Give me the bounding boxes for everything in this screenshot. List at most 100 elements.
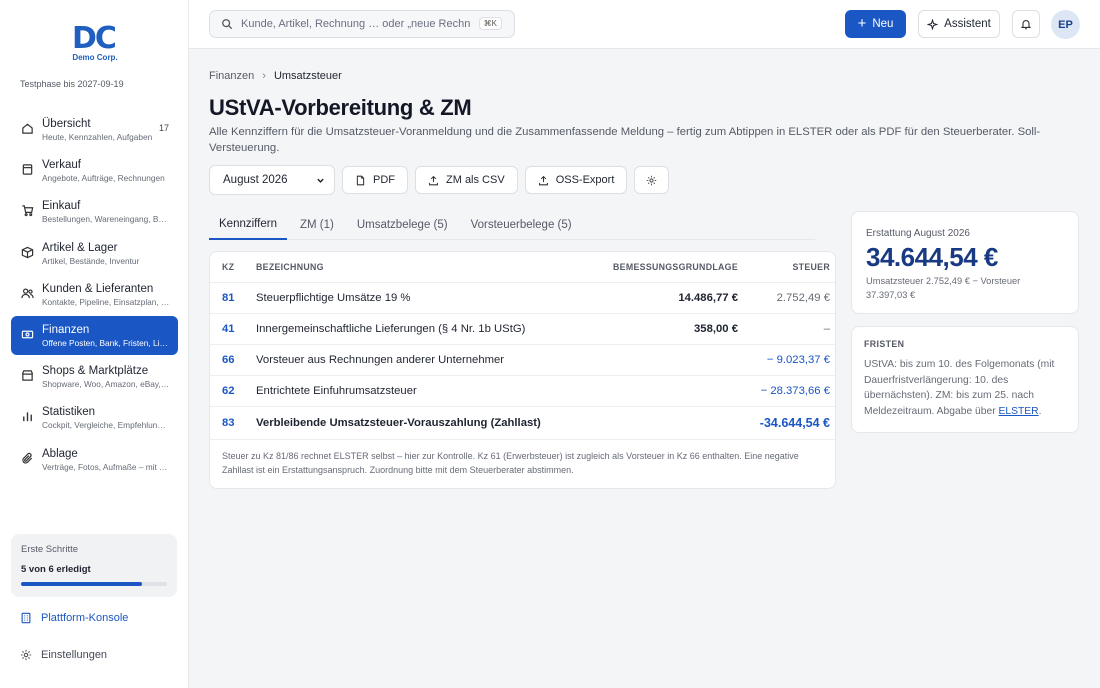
sidebar-item-statistiken[interactable]: Statistiken Cockpit, Vergleiche, Empfehl… (11, 398, 178, 437)
oss-export-button[interactable]: OSS-Export (524, 166, 628, 194)
onboarding-progress-bar (21, 582, 167, 586)
breadcrumb: Finanzen › Umsatzsteuer (209, 70, 342, 82)
sidebar-item-verkauf[interactable]: Verkauf Angebote, Aufträge, Rechnungen (11, 151, 178, 190)
refund-label: Erstattung August 2026 (866, 228, 970, 239)
deadlines-end: . (1038, 405, 1042, 417)
assistant-button-label: Assistent (944, 18, 991, 30)
sidebar-item-shops[interactable]: Shops & Marktplätze Shopware, Woo, Amazo… (11, 357, 178, 396)
topbar: ⌘K + Neu Assistent EP (189, 0, 1100, 49)
breadcrumb-current: Umsatzsteuer (273, 70, 342, 82)
sidebar-item-einkauf[interactable]: Einkauf Bestellungen, Wareneingang, Bele… (11, 192, 178, 231)
sun-icon (647, 175, 657, 185)
notifications-button[interactable] (1012, 10, 1040, 38)
tab-zm[interactable]: ZM (1) (290, 210, 344, 240)
platform-console-label: Plattform-Konsole (41, 612, 129, 624)
kz-link[interactable]: 66 (222, 345, 235, 376)
table-row[interactable]: 41 Innergemeinschaftliche Lieferungen (§… (210, 314, 835, 345)
column-header-kz: KZ (222, 262, 235, 272)
tab-vorsteuerbelege[interactable]: Vorsteuerbelege (5) (461, 210, 582, 240)
building-icon (21, 612, 31, 624)
settings-link[interactable]: Einstellungen (20, 649, 107, 661)
onboarding-card[interactable]: Erste Schritte 5 von 6 erledigt (11, 534, 177, 597)
row-steuer: -34.644,54 € (759, 416, 830, 430)
sidebar-item-label: Shops & Marktplätze (42, 365, 149, 378)
chart-icon (23, 412, 32, 422)
plus-icon: + (857, 15, 867, 32)
sidebar-item-finanzen[interactable]: Finanzen Offene Posten, Bank, Fristen, L… (11, 315, 178, 355)
logo-letters: DC (72, 21, 117, 56)
sidebar-item-label: Übersicht (42, 118, 91, 130)
onboarding-progress-fill (21, 582, 143, 586)
row-bezeichnung: Vorsteuer aus Rechnungen anderer Unterne… (256, 354, 505, 366)
sidebar-item-kunden-lieferanten[interactable]: Kunden & Lieferanten Kontakte, Pipeline,… (11, 275, 178, 314)
tab-kennziffern[interactable]: Kennziffern (209, 210, 287, 240)
assistant-button[interactable]: Assistent (918, 10, 1000, 38)
sidebar-item-sub: Bestellungen, Wareneingang, Belege (42, 214, 170, 225)
document-icon (356, 175, 365, 185)
sidebar-item-label: Ablage (42, 447, 78, 460)
row-steuer: 2.752,49 € (776, 292, 830, 304)
tab-umsatzbelege[interactable]: Umsatzbelege (5) (347, 210, 458, 240)
table-row[interactable]: 66 Vorsteuer aus Rechnungen anderer Unte… (210, 345, 835, 376)
table-row[interactable]: 81 Steuerpflichtige Umsätze 19 % 14.486,… (210, 283, 835, 314)
refund-detail: Umsatzsteuer 2.752,49 € − Vorsteuer 37.3… (866, 276, 1021, 300)
column-header-steuer: STEUER (792, 262, 830, 272)
page-description: Alle Kennziffern für die Umsatzsteuer-Vo… (209, 126, 1041, 154)
sidebar-item-sub: Cockpit, Vergleiche, Empfehlungen (42, 420, 170, 431)
table-header-row: KZ BEZEICHNUNG BEMESSUNGSGRUNDLAGE STEUE… (210, 252, 835, 283)
sidebar-item-label: Statistiken (42, 406, 96, 419)
box-icon (21, 246, 34, 258)
sidebar-nav: Übersicht Heute, Kennzahlen, Aufgaben 17… (11, 110, 178, 481)
chevron-down-icon (317, 178, 324, 183)
sidebar-item-uebersicht[interactable]: Übersicht Heute, Kennzahlen, Aufgaben 17 (11, 110, 178, 149)
sidebar-item-sub: Shopware, Woo, Amazon, eBay, Etsy (42, 379, 170, 390)
table-row[interactable]: 62 Entrichtete Einfuhrumsatzsteuer − 28.… (210, 376, 835, 407)
new-button[interactable]: + Neu (845, 10, 906, 38)
trial-notice: Testphase bis 2027-09-19 (20, 79, 124, 89)
bell-icon (1020, 20, 1032, 30)
row-bemessung: 14.486,77 € (678, 292, 738, 304)
logo-company-name: Demo Corp. (72, 53, 118, 62)
sidebar-item-ablage[interactable]: Ablage Verträge, Fotos, Aufmaße – mit Ta… (11, 440, 178, 479)
sidebar-item-artikel-lager[interactable]: Artikel & Lager Artikel, Bestände, Inven… (11, 234, 178, 273)
search-icon (222, 19, 233, 30)
sidebar-item-sub: Kontakte, Pipeline, Einsatzplan, Liefera… (42, 296, 170, 307)
kz-link[interactable]: 41 (222, 314, 235, 345)
pdf-button[interactable]: PDF (342, 166, 408, 194)
kz-link[interactable]: 62 (222, 376, 235, 407)
chevron-right-icon: › (262, 70, 266, 82)
sidebar-item-sub: Artikel, Bestände, Inventur (42, 255, 140, 266)
paperclip-icon (22, 452, 33, 464)
breadcrumb-parent[interactable]: Finanzen (209, 70, 254, 82)
main-content: ⌘K + Neu Assistent EP Finanzen › Umsatzs… (189, 0, 1100, 688)
settings-button[interactable] (634, 166, 670, 194)
refund-card: Erstattung August 2026 34.644,54 € Umsat… (851, 211, 1079, 314)
deadlines-heading: FRISTEN (864, 339, 905, 349)
zm-csv-button[interactable]: ZM als CSV (415, 166, 518, 194)
brand-logo[interactable]: DC Demo Corp. (70, 24, 122, 66)
kz-link[interactable]: 83 (222, 407, 235, 440)
row-bemessung: 358,00 € (694, 323, 738, 335)
tab-bar: Kennziffern ZM (1) Umsatzbelege (5) Vors… (209, 210, 815, 240)
row-steuer: – (823, 323, 830, 335)
search-input[interactable] (241, 18, 471, 30)
row-bezeichnung: Verbleibende Umsatzsteuer-Vorauszahlung … (256, 417, 541, 429)
table-row-total[interactable]: 83 Verbleibende Umsatzsteuer-Vorauszahlu… (210, 407, 835, 440)
period-select[interactable]: August 2026 (209, 165, 335, 195)
sidebar: DC Demo Corp. Testphase bis 2027-09-19 Ü… (0, 0, 189, 688)
sidebar-item-sub: Angebote, Aufträge, Rechnungen (42, 173, 165, 184)
row-steuer: − 9.023,37 € (766, 354, 830, 366)
search-shortcut-hint: ⌘K (478, 17, 502, 30)
user-avatar[interactable]: EP (1051, 10, 1080, 39)
global-search[interactable]: ⌘K (209, 10, 515, 38)
sidebar-item-label: Kunden & Lieferanten (42, 282, 154, 295)
settings-label: Einstellungen (41, 649, 108, 661)
platform-console-link[interactable]: Plattform-Konsole (20, 612, 128, 624)
refund-value: 34.644,54 € (866, 242, 998, 272)
cart-icon (22, 205, 34, 217)
sidebar-item-label: Finanzen (42, 323, 90, 336)
elster-link[interactable]: ELSTER (999, 406, 1039, 417)
period-select-value: August 2026 (223, 174, 288, 186)
oss-export-button-label: OSS-Export (555, 174, 615, 186)
kz-link[interactable]: 81 (222, 283, 235, 314)
